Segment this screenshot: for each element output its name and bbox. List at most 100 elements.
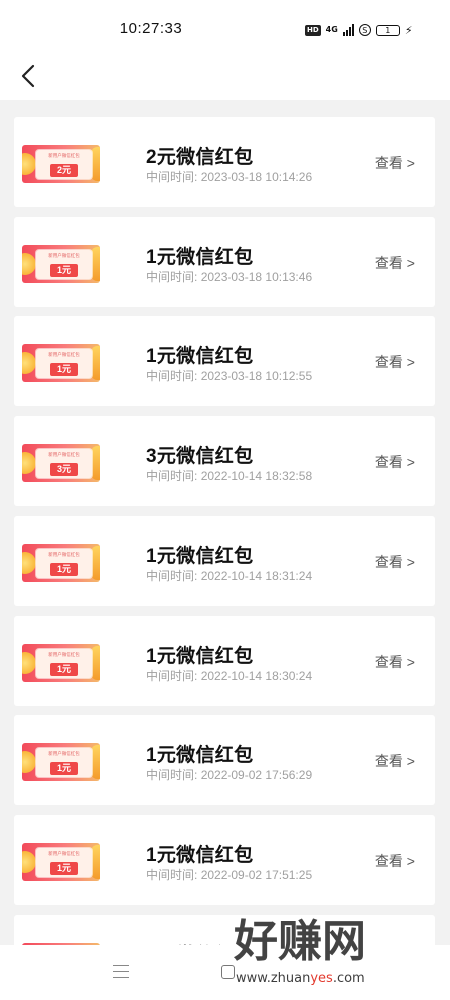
redpacket-card[interactable]: 新用户微信红包 3元 3元微信红包 中间时间: 2022-10-14 18:32… <box>14 416 435 507</box>
coin-decoration-icon <box>22 352 36 375</box>
time-label: 中间时间: <box>146 867 198 882</box>
coin-decoration-icon <box>22 651 36 674</box>
coin-decoration-icon <box>22 252 36 275</box>
coupon-amount: 1元 <box>49 363 78 377</box>
redpacket-title: 1元微信红包 <box>146 246 254 268</box>
redpacket-card[interactable]: 新用户微信红包 1元 1元微信红包 中间时间: 2022-09-02 17:51… <box>14 814 435 905</box>
time-value: 2022-10-14 18:32:58 <box>200 469 313 484</box>
coupon-amount: 1元 <box>49 562 78 576</box>
view-button[interactable]: 查看 > <box>375 751 415 771</box>
time-value: 2023-03-18 10:12:55 <box>200 369 313 384</box>
coupon-amount: 3元 <box>49 463 78 477</box>
redpacket-time: 中间时间: 2023-03-18 10:14:26 <box>146 168 312 185</box>
redpacket-card[interactable]: 新用户微信红包 1元 1元微信红包 中间时间: 2022-09-02 17:56… <box>14 715 435 806</box>
view-button[interactable]: 查看 > <box>375 153 415 173</box>
time-label: 中间时间: <box>146 170 198 184</box>
coupon-graphic: 新用户微信红包 1元 <box>36 249 92 279</box>
redpacket-card[interactable]: 新用户微信红包 1元 1元微信红包 <box>14 914 435 945</box>
battery-icon: 1 <box>375 24 400 36</box>
time-value: 2023-03-18 10:13:46 <box>200 269 313 284</box>
view-button[interactable]: 查看 > <box>375 352 415 372</box>
coupon-graphic: 新用户微信红包 1元 <box>36 847 92 877</box>
redpacket-title: 3元微信红包 <box>146 446 254 468</box>
redpacket-thumbnail: 新用户微信红包 1元 <box>22 743 100 782</box>
coupon-amount: 1元 <box>49 263 78 277</box>
charging-icon: ⚡ <box>404 23 413 37</box>
time-value: 2022-10-14 18:30:24 <box>200 668 313 683</box>
time-value: 2023-03-18 10:14:26 <box>200 170 313 184</box>
status-icons: HD 4G S 1 ⚡ <box>305 22 413 38</box>
redpacket-card[interactable]: 新用户微信红包 1元 1元微信红包 中间时间: 2022-10-14 18:31… <box>14 515 435 606</box>
time-label: 中间时间: <box>146 469 198 484</box>
coupon-graphic: 新用户微信红包 1元 <box>36 548 92 578</box>
view-button[interactable]: 查看 > <box>375 253 415 273</box>
network-type: 4G <box>325 25 338 34</box>
time-label: 中间时间: <box>146 369 198 384</box>
status-bar: 10:27:33 HD 4G S 1 ⚡ <box>0 0 450 60</box>
coin-decoration-icon <box>22 850 36 873</box>
redpacket-thumbnail: 新用户微信红包 1元 <box>22 543 100 582</box>
redpacket-thumbnail: 新用户微信红包 1元 <box>22 842 100 881</box>
coupon-caption: 新用户微信红包 <box>48 551 80 557</box>
time-label: 中间时间: <box>146 269 198 284</box>
back-button[interactable] <box>12 60 44 92</box>
redpacket-thumbnail: 新用户微信红包 1元 <box>22 244 100 283</box>
time-label: 中间时间: <box>146 768 198 783</box>
redpacket-card[interactable]: 新用户微信红包 1元 1元微信红包 中间时间: 2022-10-14 18:30… <box>14 615 435 706</box>
hd-badge: HD <box>305 24 321 36</box>
redpacket-title: 1元微信红包 <box>146 545 254 567</box>
redpacket-time: 中间时间: 2022-10-14 18:30:24 <box>146 667 312 684</box>
coupon-caption: 新用户微信红包 <box>48 452 80 458</box>
coupon-amount: 2元 <box>49 164 78 177</box>
time-value: 2022-10-14 18:31:24 <box>200 568 313 583</box>
coupon-caption: 新用户微信红包 <box>48 751 80 757</box>
coupon-amount: 1元 <box>49 662 78 676</box>
chevron-left-icon <box>21 64 35 88</box>
coupon-caption: 新用户微信红包 <box>48 252 80 258</box>
redpacket-title: 1元微信红包 <box>146 645 254 667</box>
time-label: 中间时间: <box>146 668 198 683</box>
view-button[interactable]: 查看 > <box>375 851 415 871</box>
redpacket-card[interactable]: 新用户微信红包 2元 2元微信红包 中间时间: 2023-03-18 10:14… <box>14 117 435 207</box>
home-square-icon[interactable] <box>221 965 235 979</box>
view-button[interactable]: 查看 > <box>375 652 415 672</box>
menu-icon[interactable] <box>113 965 129 979</box>
time-value: 2022-09-02 17:56:29 <box>200 768 313 783</box>
redpacket-thumbnail: 新用户微信红包 1元 <box>22 643 100 682</box>
redpacket-thumbnail: 新用户微信红包 1元 <box>22 344 100 383</box>
redpacket-title: 1元微信红包 <box>146 745 254 767</box>
redpacket-time: 中间时间: 2022-10-14 18:32:58 <box>146 467 312 484</box>
nav-bar <box>0 60 450 100</box>
redpacket-time: 中间时间: 2023-03-18 10:12:55 <box>146 367 312 384</box>
coupon-graphic: 新用户微信红包 1元 <box>36 748 92 778</box>
redpacket-title: 2元微信红包 <box>146 147 254 168</box>
coupon-graphic: 新用户微信红包 1元 <box>36 349 92 379</box>
coin-decoration-icon <box>22 751 36 774</box>
redpacket-time: 中间时间: 2022-09-02 17:56:29 <box>146 766 312 783</box>
coupon-caption: 新用户微信红包 <box>48 651 80 657</box>
redpacket-card[interactable]: 新用户微信红包 1元 1元微信红包 中间时间: 2023-03-18 10:12… <box>14 316 435 407</box>
signal-icon <box>342 24 354 36</box>
coin-decoration-icon <box>22 452 36 475</box>
redpacket-card[interactable]: 新用户微信红包 1元 1元微信红包 中间时间: 2023-03-18 10:13… <box>14 216 435 307</box>
time-label: 中间时间: <box>146 568 198 583</box>
coupon-graphic: 新用户微信红包 2元 <box>36 150 92 179</box>
view-button[interactable]: 查看 > <box>375 452 415 472</box>
redpacket-title: 1元微信红包 <box>146 346 254 368</box>
redpacket-title: 1元微信红包 <box>146 844 254 866</box>
redpacket-time: 中间时间: 2022-09-02 17:51:25 <box>146 866 312 883</box>
coupon-graphic: 新用户微信红包 1元 <box>36 648 92 678</box>
view-button[interactable]: 查看 > <box>375 552 415 572</box>
coin-decoration-icon <box>22 153 36 175</box>
redpacket-time: 中间时间: 2023-03-18 10:13:46 <box>146 268 312 285</box>
redpacket-time: 中间时间: 2022-10-14 18:31:24 <box>146 567 312 584</box>
redpacket-thumbnail: 新用户微信红包 3元 <box>22 444 100 483</box>
bottom-nav-bar <box>0 945 450 1000</box>
status-time: 10:27:33 <box>119 20 183 37</box>
coupon-caption: 新用户微信红包 <box>48 850 80 856</box>
coin-decoration-icon <box>22 551 36 574</box>
coupon-caption: 新用户微信红包 <box>48 352 80 358</box>
redpacket-list: 新用户微信红包 2元 2元微信红包 中间时间: 2023-03-18 10:14… <box>0 100 450 945</box>
coupon-caption: 新用户微信红包 <box>48 153 80 158</box>
time-value: 2022-09-02 17:51:25 <box>200 867 313 882</box>
